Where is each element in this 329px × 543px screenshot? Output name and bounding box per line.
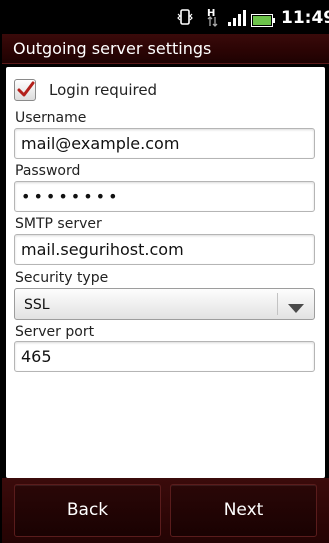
title-bar: Outgoing server settings	[2, 34, 329, 64]
status-bar: H 11:49	[2, 2, 329, 34]
login-required-checkbox[interactable]	[14, 79, 36, 101]
server-port-field[interactable]: 465	[14, 341, 315, 372]
battery-icon	[251, 12, 275, 27]
back-button[interactable]: Back	[14, 484, 161, 537]
password-label: Password	[15, 163, 81, 179]
security-type-select[interactable]: SSL	[14, 288, 315, 320]
chevron-down-icon[interactable]	[287, 299, 305, 318]
vibrate-icon	[177, 8, 193, 26]
password-field[interactable]: ••••••••	[14, 181, 315, 212]
username-label: Username	[15, 110, 87, 126]
signal-icon	[228, 10, 246, 26]
select-divider	[277, 293, 278, 315]
login-required-label[interactable]: Login required	[49, 80, 157, 100]
phone-screen: H 11:49 Outgoing server settings	[0, 0, 329, 543]
status-time: 11:49	[281, 8, 329, 28]
button-bar: Back Next	[2, 478, 329, 543]
username-field[interactable]: mail@example.com	[14, 128, 315, 159]
checkmark-icon	[17, 81, 35, 97]
security-type-label: Security type	[15, 270, 109, 286]
smtp-server-field[interactable]: mail.segurihost.com	[14, 234, 315, 265]
next-button[interactable]: Next	[170, 484, 317, 537]
page-title: Outgoing server settings	[13, 39, 212, 58]
smtp-server-label: SMTP server	[15, 216, 102, 232]
server-port-label: Server port	[15, 324, 95, 340]
security-type-value: SSL	[24, 297, 50, 313]
data-transfer-icon: H	[205, 6, 219, 28]
